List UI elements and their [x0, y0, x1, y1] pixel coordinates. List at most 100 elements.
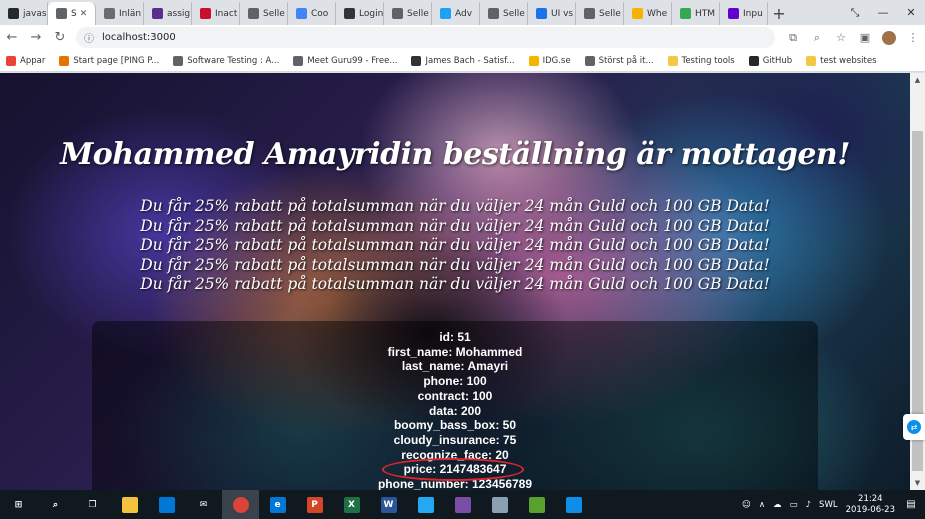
tab-label: Coo: [311, 8, 329, 19]
tab-2[interactable]: Inlän: [96, 2, 144, 25]
excel-icon: X: [343, 496, 360, 513]
tab-8[interactable]: Selle: [384, 2, 432, 25]
tab-11[interactable]: UI vs: [528, 2, 576, 25]
taskbar-powerpoint[interactable]: P: [296, 490, 333, 519]
scroll-up-icon[interactable]: ▲: [910, 73, 925, 87]
bookmark-item[interactable]: Störst på it...: [584, 55, 654, 66]
bookmark-item[interactable]: Appar: [6, 55, 45, 66]
browser-toolbar: ← → ↻ ⓘ localhost:3000 ⧉ ⌕ ☆ ▣ ⋮: [0, 25, 925, 50]
tab-7[interactable]: Login: [336, 2, 384, 25]
tab-favicon-icon: [56, 8, 67, 19]
bookmark-item[interactable]: Testing tools: [667, 55, 735, 66]
taskbar-excel[interactable]: X: [333, 490, 370, 519]
bookmark-item[interactable]: IDG.se: [528, 55, 571, 66]
minimize-icon[interactable]: —: [869, 0, 897, 25]
taskbar-search[interactable]: ⌕: [37, 490, 74, 519]
bookmark-icon: [584, 55, 595, 66]
tab-favicon-icon: [8, 8, 19, 19]
bookmark-star-icon[interactable]: ☆: [829, 26, 853, 50]
tab-1[interactable]: S ✕: [48, 2, 96, 25]
forward-button[interactable]: →: [24, 26, 48, 50]
tab-favicon-icon: [392, 8, 403, 19]
tab-9[interactable]: Adv: [432, 2, 480, 25]
taskbar-task-view[interactable]: ❐: [74, 490, 111, 519]
restore-icon[interactable]: ⤡: [841, 0, 869, 25]
zoom-icon[interactable]: ⌕: [805, 26, 829, 50]
teamviewer-widget[interactable]: ⇄: [903, 414, 925, 440]
promo-messages: Du får 25% rabatt på totalsumman när du …: [0, 197, 910, 295]
people-icon[interactable]: ☺: [742, 500, 751, 510]
tab-3[interactable]: assig: [144, 2, 192, 25]
tab-close-icon[interactable]: ✕: [80, 9, 88, 19]
bookmark-item[interactable]: Start page [PING P...: [59, 55, 159, 66]
clock-time: 21:24: [858, 493, 883, 504]
order-field: first_name: Mohammed: [387, 344, 523, 359]
bookmark-icon: [806, 55, 817, 66]
volume-icon[interactable]: ♪: [806, 500, 811, 510]
cloud-icon[interactable]: ☁: [773, 500, 782, 510]
taskbar-teamviewer[interactable]: [555, 490, 592, 519]
promo-line: Du får 25% rabatt på totalsumman när du …: [140, 197, 770, 215]
tab-label: S: [71, 8, 77, 19]
profile-avatar[interactable]: [877, 26, 901, 50]
tab-4[interactable]: Inact: [192, 2, 240, 25]
bookmark-label: Störst på it...: [598, 55, 654, 66]
order-field: id: 51: [439, 330, 471, 344]
bookmark-label: Testing tools: [681, 55, 735, 66]
bookmark-item[interactable]: Meet Guru99 - Free...: [293, 55, 397, 66]
tab-14[interactable]: HTM: [672, 2, 720, 25]
taskbar-app-swirl[interactable]: [444, 490, 481, 519]
bookmark-label: GitHub: [762, 55, 793, 66]
close-icon[interactable]: ✕: [897, 0, 925, 25]
tab-favicon-icon: [728, 8, 739, 19]
info-icon[interactable]: ⓘ: [84, 30, 94, 45]
bookmark-item[interactable]: GitHub: [748, 55, 793, 66]
bookmark-icon: [411, 55, 422, 66]
taskbar-edge[interactable]: e: [259, 490, 296, 519]
bookmark-item[interactable]: test websites: [806, 55, 877, 66]
taskbar-store[interactable]: [148, 490, 185, 519]
address-bar[interactable]: ⓘ localhost:3000: [76, 27, 775, 48]
taskbar-app-feather[interactable]: [481, 490, 518, 519]
translate-icon[interactable]: ⧉: [781, 26, 805, 50]
bookmark-item[interactable]: James Bach - Satisf...: [411, 55, 515, 66]
tab-0[interactable]: javas: [0, 2, 48, 25]
tab-label: javas: [23, 8, 47, 19]
mail-icon: ✉: [199, 499, 208, 510]
taskbar-word[interactable]: W: [370, 490, 407, 519]
promo-line: Du får 25% rabatt på totalsumman när du …: [140, 255, 770, 274]
back-button[interactable]: ←: [0, 26, 24, 50]
tab-15[interactable]: Inpu: [720, 2, 768, 25]
scroll-down-icon[interactable]: ▼: [910, 476, 925, 490]
network-icon[interactable]: ▭: [790, 500, 798, 510]
taskbar-vscode[interactable]: [407, 490, 444, 519]
tab-10[interactable]: Selle: [480, 2, 528, 25]
language-indicator[interactable]: SWL: [819, 500, 838, 510]
tab-5[interactable]: Selle: [240, 2, 288, 25]
chevron-up-icon[interactable]: ∧: [759, 500, 765, 510]
taskbar-chrome[interactable]: [222, 490, 259, 519]
tab-label: Adv: [455, 8, 473, 19]
clock[interactable]: 21:24 2019-06-23: [846, 494, 895, 516]
extension-icon[interactable]: ▣: [853, 26, 877, 50]
taskbar-mail[interactable]: ✉: [185, 490, 222, 519]
reload-button[interactable]: ↻: [48, 26, 72, 50]
bookmark-item[interactable]: Software Testing : A...: [173, 55, 279, 66]
system-tray: ☺ ∧ ☁ ▭ ♪ SWL 21:24 2019-06-23: [734, 490, 895, 519]
order-field: phone: 100: [423, 374, 487, 389]
tab-12[interactable]: Selle: [576, 2, 624, 25]
tab-label: Inpu: [743, 8, 763, 19]
taskbar-file-explorer[interactable]: [111, 490, 148, 519]
tab-favicon-icon: [344, 8, 355, 19]
notifications-icon[interactable]: ▤: [897, 490, 925, 519]
word-icon: W: [380, 496, 397, 513]
tab-6[interactable]: Coo: [288, 2, 336, 25]
tab-favicon-icon: [488, 8, 499, 19]
bookmark-icon: [748, 55, 759, 66]
taskbar-app-bug[interactable]: [518, 490, 555, 519]
tab-13[interactable]: Whe: [624, 2, 672, 25]
new-tab-button[interactable]: +: [768, 2, 790, 25]
order-field: data: 200: [428, 403, 482, 418]
taskbar-windows[interactable]: ⊞: [0, 490, 37, 519]
menu-icon[interactable]: ⋮: [901, 26, 925, 50]
